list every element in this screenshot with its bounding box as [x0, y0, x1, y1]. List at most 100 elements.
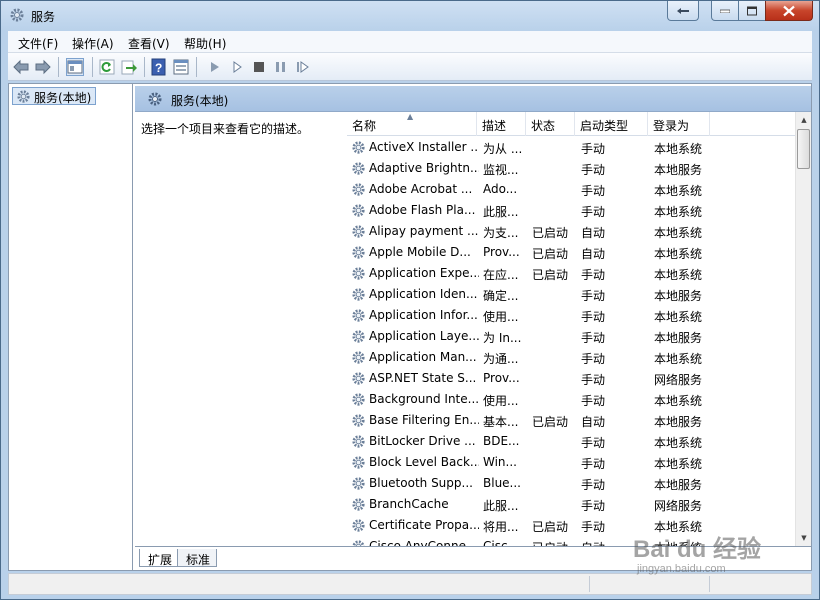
column-header-name[interactable]: 名称 ▲ — [347, 112, 477, 136]
table-row[interactable]: Alipay payment ... 为支... 已启动 自动 本地系统 — [347, 221, 795, 242]
service-logon-as: 本地服务 — [654, 163, 703, 177]
table-row[interactable]: Block Level Back... Win... 手动 本地系统 — [347, 452, 795, 473]
left-arrow-icon — [677, 7, 689, 14]
service-description: Blue... — [483, 476, 521, 490]
service-logon-as: 本地系统 — [654, 310, 703, 324]
table-row[interactable]: ActiveX Installer ... 为从 ... 手动 本地系统 — [347, 137, 795, 158]
back-arrow-icon[interactable] — [12, 58, 30, 76]
services-list: 名称 ▲ 描述 状态 启动类型 登录为 ActiveX Installer ..… — [347, 112, 811, 546]
service-description: 此服... — [483, 499, 519, 513]
maximize-button[interactable] — [738, 1, 766, 21]
service-startup-type: 手动 — [581, 310, 606, 324]
column-header-description[interactable]: 描述 — [477, 112, 526, 136]
service-gear-icon — [351, 434, 366, 452]
service-startup-type: 手动 — [581, 394, 606, 408]
service-logon-as: 本地服务 — [654, 331, 703, 345]
service-gear-icon — [351, 140, 366, 158]
table-row[interactable]: Application Man... 为通... 手动 本地系统 — [347, 347, 795, 368]
service-description: 为 In... — [483, 331, 522, 345]
menu-help[interactable]: 帮助(H) — [184, 35, 226, 52]
service-description: BDE... — [483, 434, 520, 448]
column-header-status[interactable]: 状态 — [526, 112, 575, 136]
menu-file[interactable]: 文件(F) — [18, 35, 58, 52]
help-icon[interactable]: ? — [150, 58, 168, 76]
service-name: Application Man... — [369, 350, 477, 364]
service-gear-icon — [351, 182, 366, 200]
column-header-logon-as[interactable]: 登录为 — [648, 112, 710, 136]
service-status: 已启动 — [532, 539, 576, 546]
tab-standard[interactable]: 标准 — [177, 549, 218, 567]
tree-item-label: 服务(本地) — [34, 91, 92, 105]
close-icon — [783, 5, 795, 16]
list-header: 名称 ▲ 描述 状态 启动类型 登录为 — [347, 112, 795, 136]
table-row[interactable]: Background Inte... 使用... 手动 本地系统 — [347, 389, 795, 410]
stop-service-icon[interactable] — [250, 58, 268, 76]
table-row[interactable]: Application Expe... 在应... 已启动 手动 本地系统 — [347, 263, 795, 284]
service-logon-as: 本地系统 — [654, 226, 703, 240]
minimize-button[interactable] — [711, 1, 739, 21]
service-startup-type: 手动 — [581, 478, 606, 492]
service-description: Ado... — [483, 182, 518, 196]
table-row[interactable]: Bluetooth Supp... Blue... 手动 本地服务 — [347, 473, 795, 494]
console-tree-icon[interactable] — [66, 58, 84, 76]
scroll-down-icon[interactable]: ▼ — [796, 530, 811, 546]
service-name: ASP.NET State S... — [369, 371, 477, 385]
export-list-icon[interactable] — [120, 58, 138, 76]
table-row[interactable]: BitLocker Drive ... BDE... 手动 本地系统 — [347, 431, 795, 452]
service-startup-type: 自动 — [581, 247, 606, 261]
restart-service-icon[interactable] — [294, 58, 312, 76]
back-window-button[interactable] — [667, 1, 699, 21]
title-bar[interactable]: 服务 — [1, 1, 819, 31]
table-row[interactable]: ASP.NET State S... Prov... 手动 网络服务 — [347, 368, 795, 389]
table-row[interactable]: Application Laye... 为 In... 手动 本地服务 — [347, 326, 795, 347]
table-row[interactable]: Adobe Flash Pla... 此服... 手动 本地系统 — [347, 200, 795, 221]
svg-text:?: ? — [155, 61, 162, 75]
tab-extended[interactable]: 扩展 — [139, 549, 180, 567]
menu-action[interactable]: 操作(A) — [72, 35, 114, 52]
service-gear-icon — [351, 539, 366, 546]
scrollbar-thumb[interactable] — [797, 129, 810, 169]
service-name: Application Iden... — [369, 287, 478, 301]
table-row[interactable]: Base Filtering En... 基本... 已启动 自动 本地服务 — [347, 410, 795, 431]
service-gear-icon — [351, 413, 366, 431]
pause-service-icon[interactable] — [272, 58, 290, 76]
service-gear-icon — [351, 245, 366, 263]
tree-item-services-local[interactable]: 服务(本地) — [12, 87, 97, 105]
table-row[interactable]: Adobe Acrobat ... Ado... 手动 本地系统 — [347, 179, 795, 200]
start-service-icon[interactable] — [206, 58, 224, 76]
scroll-up-icon[interactable]: ▲ — [796, 112, 811, 128]
menu-bar: 文件(F) 操作(A) 查看(V) 帮助(H) — [8, 31, 812, 53]
service-name: Adobe Flash Pla... — [369, 203, 476, 217]
table-row[interactable]: Adaptive Brightn... 监视... 手动 本地服务 — [347, 158, 795, 179]
refresh-icon[interactable] — [98, 58, 116, 76]
service-logon-as: 本地系统 — [654, 352, 703, 366]
toolbar: ? — [8, 53, 812, 81]
service-description: 使用... — [483, 310, 519, 324]
service-gear-icon — [351, 350, 366, 368]
table-row[interactable]: Apple Mobile D... Prov... 已启动 自动 本地系统 — [347, 242, 795, 263]
panel-header: 服务(本地) — [135, 86, 811, 112]
service-logon-as: 本地系统 — [654, 457, 703, 471]
table-row[interactable]: BranchCache 此服... 手动 网络服务 — [347, 494, 795, 515]
column-header-startup-type[interactable]: 启动类型 — [575, 112, 648, 136]
service-name: Base Filtering En... — [369, 413, 479, 427]
toolbar-separator — [196, 57, 197, 77]
start-service-alt-icon[interactable] — [228, 58, 246, 76]
service-status: 已启动 — [532, 520, 569, 534]
close-button[interactable] — [765, 1, 813, 21]
service-startup-type: 手动 — [581, 520, 606, 534]
service-startup-type: 手动 — [581, 331, 606, 345]
service-gear-icon — [351, 329, 366, 347]
minimize-icon — [720, 9, 730, 13]
service-name: Bluetooth Supp... — [369, 476, 473, 490]
table-row[interactable]: Application Iden... 确定... 手动 本地服务 — [347, 284, 795, 305]
watermark-url: jingyan.baidu.com — [637, 563, 726, 575]
service-logon-as: 本地系统 — [654, 394, 703, 408]
vertical-scrollbar[interactable]: ▲ ▼ — [795, 112, 811, 546]
properties-icon[interactable] — [172, 58, 190, 76]
service-startup-type: 手动 — [581, 499, 606, 513]
menu-view[interactable]: 查看(V) — [128, 35, 170, 52]
forward-arrow-icon[interactable] — [34, 58, 52, 76]
table-row[interactable]: Application Infor... 使用... 手动 本地系统 — [347, 305, 795, 326]
service-status: 已启动 — [532, 247, 569, 261]
